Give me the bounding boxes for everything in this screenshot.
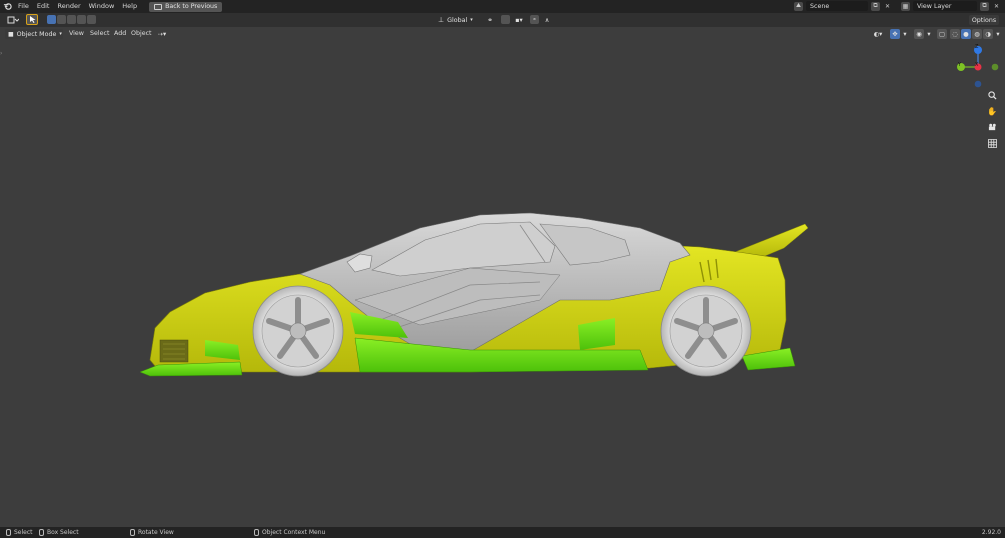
status-rotate-view-label: Rotate View xyxy=(138,529,174,536)
snap-toggle-icon[interactable] xyxy=(501,15,510,24)
proportional-edit-icon[interactable]: ∘ xyxy=(530,15,539,24)
menu-object[interactable]: Object xyxy=(131,29,152,39)
grid-icon[interactable] xyxy=(986,137,998,149)
screen-icon xyxy=(154,3,163,10)
status-context-menu: Object Context Menu xyxy=(254,527,325,538)
status-box-select-label: Box Select xyxy=(47,529,79,536)
status-box-select: Box Select xyxy=(39,527,79,538)
tool-settings-bar: ⊥ Global ▾ ⚭ ▪▾ ∘ ∧ Options xyxy=(0,13,1005,27)
gizmo-x-label: X xyxy=(975,62,979,68)
object-mode-icon: ■ xyxy=(8,30,14,38)
blender-logo-icon[interactable] xyxy=(0,0,14,13)
mouse-right-icon xyxy=(254,529,259,536)
material-shading-icon[interactable]: ◍ xyxy=(972,29,982,39)
view-layer-icon[interactable]: ▦ xyxy=(901,1,910,11)
mouse-left-icon xyxy=(6,529,11,536)
rendered-shading-icon[interactable]: ◑ xyxy=(983,29,993,39)
rear-wheel xyxy=(660,285,752,377)
view-layer-field[interactable]: View Layer xyxy=(913,1,977,11)
status-context-menu-label: Object Context Menu xyxy=(262,529,326,536)
chevron-down-icon[interactable]: ▾ xyxy=(925,29,933,39)
scene-name: Scene xyxy=(810,2,830,10)
new-scene-icon[interactable]: ⧉ xyxy=(871,1,880,11)
mode-difference-icon[interactable] xyxy=(77,15,86,24)
object-mode-label: Object Mode xyxy=(16,30,57,38)
menu-window[interactable]: Window xyxy=(85,0,119,13)
chevron-down-icon[interactable]: ▾ xyxy=(994,29,1002,39)
new-view-layer-icon[interactable]: ⧉ xyxy=(980,1,989,11)
wireframe-shading-icon[interactable]: ◌ xyxy=(950,29,960,39)
menu-view[interactable]: View xyxy=(69,29,84,39)
view-layer-name: View Layer xyxy=(917,2,952,10)
gizmo-transform-icon[interactable]: ⇢▾ xyxy=(155,29,169,39)
options-label: Options xyxy=(971,16,997,24)
status-bar: Select Box Select Rotate View Object Con… xyxy=(0,527,1005,538)
falloff-icon[interactable]: ∧ xyxy=(541,15,553,25)
select-tool-icon[interactable] xyxy=(26,14,38,25)
mode-subtract-icon[interactable] xyxy=(67,15,76,24)
visibility-icon[interactable]: ◐▾ xyxy=(871,29,885,39)
solid-shading-icon[interactable]: ● xyxy=(961,29,971,39)
zoom-icon[interactable] xyxy=(986,89,998,101)
top-menu-bar: File Edit Render Window Help Back to Pre… xyxy=(0,0,1005,13)
axes-icon: ⊥ xyxy=(438,16,445,24)
mouse-middle-icon xyxy=(130,529,135,536)
menu-edit[interactable]: Edit xyxy=(33,0,54,13)
menu-file[interactable]: File xyxy=(14,0,33,13)
delete-view-layer-icon[interactable]: ✕ xyxy=(992,2,1001,11)
pivot-point-icon[interactable]: ⚭ xyxy=(483,15,497,25)
gizmo-y-label: Y xyxy=(958,62,962,68)
menu-render[interactable]: Render xyxy=(53,0,84,13)
mouse-drag-icon xyxy=(39,529,44,536)
menu-select[interactable]: Select xyxy=(90,29,109,39)
3d-viewport[interactable]: › Z X Y ✋ xyxy=(0,41,1005,527)
version-label: 2.92.0 xyxy=(981,529,1001,536)
chevron-down-icon: ▾ xyxy=(470,17,473,23)
status-rotate-view: Rotate View xyxy=(130,527,174,538)
scene-field[interactable]: Scene xyxy=(806,1,868,11)
options-dropdown[interactable]: Options xyxy=(969,15,999,25)
menu-help[interactable]: Help xyxy=(118,0,141,13)
snap-element-icon[interactable]: ▪▾ xyxy=(512,15,526,25)
editor-type-icon[interactable] xyxy=(5,15,21,25)
camera-icon[interactable] xyxy=(986,121,998,133)
object-mode-dropdown[interactable]: ■ Object Mode ▾ xyxy=(5,29,63,39)
transform-orientation-label: Global xyxy=(447,16,468,24)
scene-icon[interactable]: ⛰ xyxy=(794,1,803,11)
menu-add[interactable]: Add xyxy=(114,29,126,39)
mode-set-icon[interactable] xyxy=(47,15,56,24)
car-model[interactable] xyxy=(0,41,1005,527)
viewport-header: ■ Object Mode ▾ View Select Add Object ⇢… xyxy=(0,27,1005,41)
transform-orientation-dropdown[interactable]: ⊥ Global ▾ xyxy=(438,15,480,25)
delete-scene-icon[interactable]: ✕ xyxy=(883,2,892,11)
back-to-previous-button[interactable]: Back to Previous xyxy=(149,1,223,12)
status-select-label: Select xyxy=(14,529,33,536)
xray-toggle-icon[interactable]: ▢ xyxy=(937,29,947,39)
hand-pan-icon[interactable]: ✋ xyxy=(986,105,998,117)
show-gizmo-icon[interactable]: ✥ xyxy=(890,29,900,39)
back-to-previous-label: Back to Previous xyxy=(165,3,218,10)
gizmo-z-label: Z xyxy=(975,44,979,50)
status-select: Select xyxy=(6,527,33,538)
chevron-down-icon[interactable]: ▾ xyxy=(902,29,908,39)
chevron-down-icon: ▾ xyxy=(59,31,62,37)
navigation-gizmo[interactable]: Z X Y xyxy=(950,43,1002,91)
front-wheel xyxy=(252,285,344,377)
mode-extend-icon[interactable] xyxy=(57,15,66,24)
overlays-icon[interactable]: ◉ xyxy=(914,29,924,39)
scene-controls: ⛰ Scene ⧉ ✕ ▦ View Layer ⧉ ✕ xyxy=(794,1,1001,11)
mode-intersect-icon[interactable] xyxy=(87,15,96,24)
